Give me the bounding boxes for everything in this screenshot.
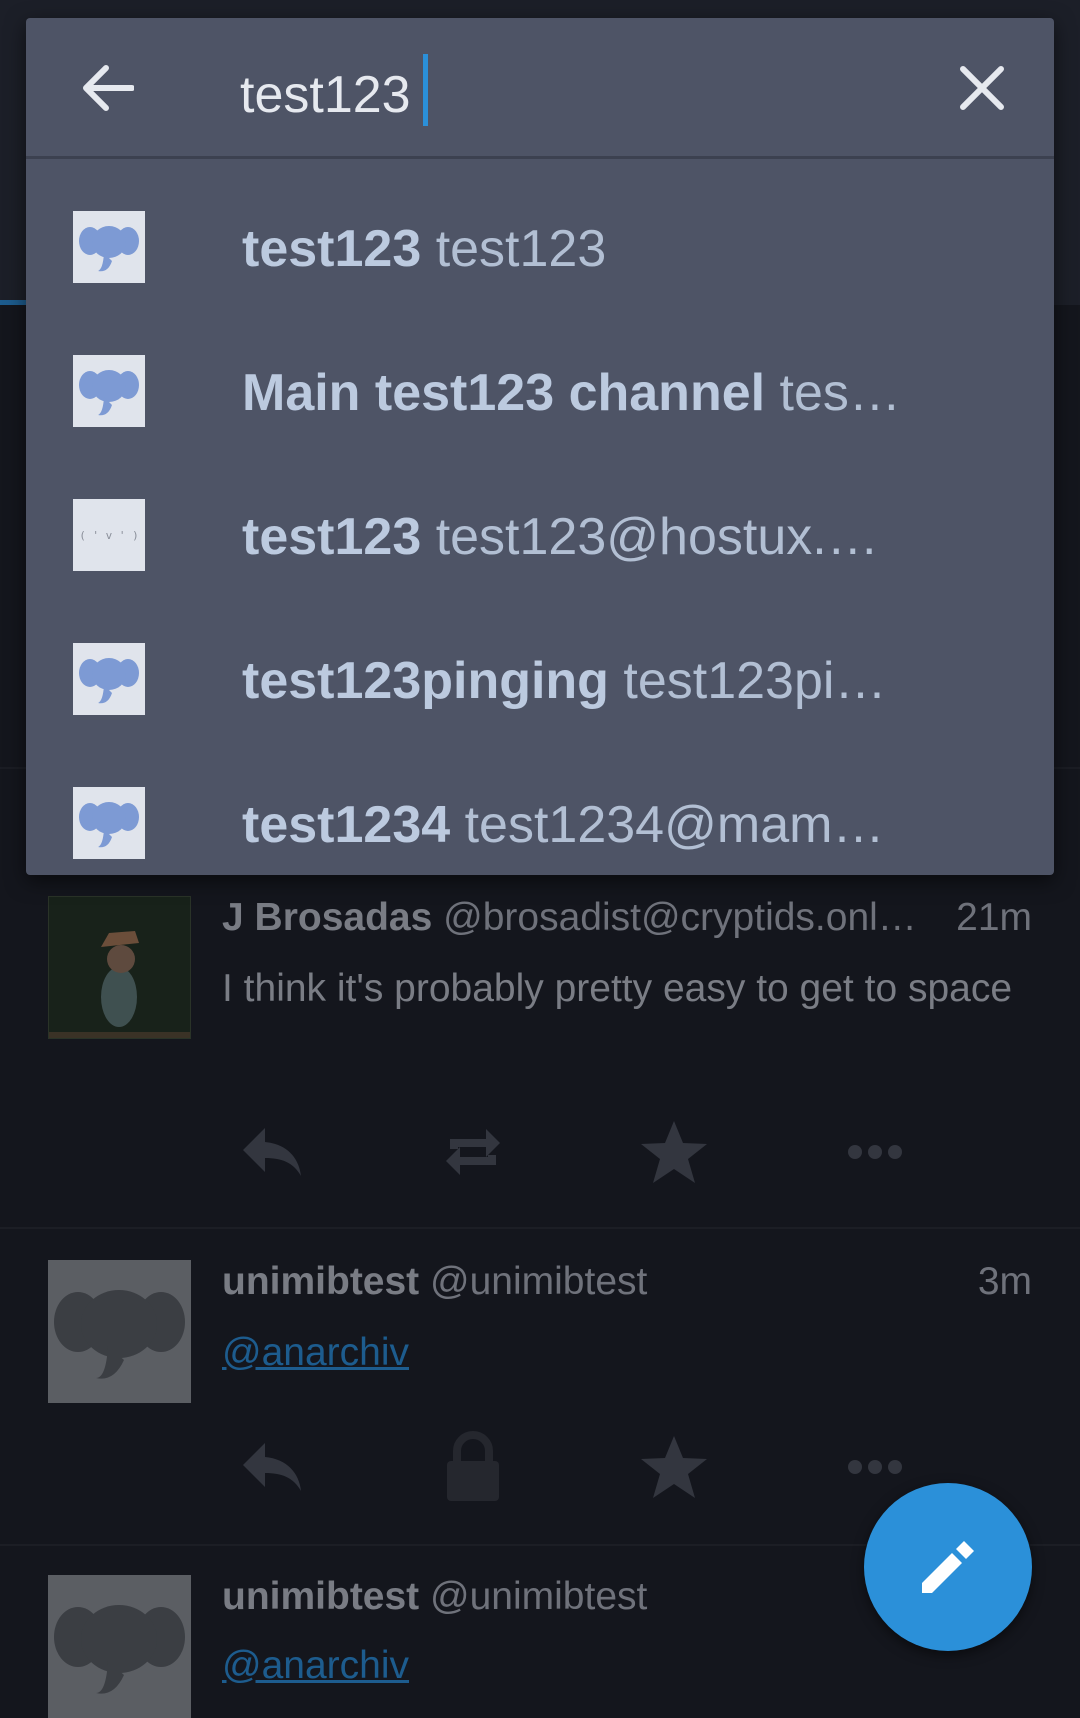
reply-button[interactable] (237, 1117, 307, 1187)
close-icon (960, 66, 1004, 110)
more-button[interactable] (840, 1117, 910, 1187)
pencil-icon (922, 1541, 974, 1593)
elephant-icon (79, 658, 139, 704)
status-content: I think it's probably pretty easy to get… (222, 967, 1013, 1010)
search-result[interactable]: test123pinging test123pi… (26, 607, 1054, 751)
result-handle: test123pi… (623, 652, 887, 710)
result-handle: tes… (779, 364, 901, 422)
boost-button[interactable] (438, 1117, 508, 1187)
result-handle: test1234@mam… (464, 796, 885, 854)
result-handle: test123 (435, 220, 607, 278)
more-button[interactable] (840, 1432, 910, 1502)
search-result[interactable]: Main test123 channel tes… (26, 319, 1054, 463)
search-input[interactable] (240, 60, 880, 130)
reply-icon (243, 1128, 301, 1176)
lock-icon (447, 1431, 499, 1501)
reply-button[interactable] (237, 1432, 307, 1502)
avatar[interactable] (48, 1575, 191, 1718)
result-avatar (73, 211, 145, 283)
boost-icon (446, 1129, 500, 1175)
timestamp: 21m (956, 896, 1032, 939)
status-actions (222, 1431, 942, 1502)
search-bar (26, 18, 1054, 159)
more-icon (848, 1145, 902, 1159)
more-icon (848, 1460, 902, 1474)
status-actions (222, 1117, 942, 1187)
ascii-face-avatar: ( ' v ' ) (79, 528, 139, 542)
result-avatar (73, 355, 145, 427)
search-result[interactable]: ( ' v ' ) test123 test123@hostux.… (26, 463, 1054, 607)
display-name[interactable]: unimibtest (222, 1575, 419, 1618)
display-name[interactable]: J Brosadas (222, 896, 432, 939)
search-result[interactable]: test1234 test1234@mam… (26, 751, 1054, 895)
reply-icon (243, 1443, 301, 1491)
result-handle: test123@hostux.… (435, 508, 879, 566)
result-display-name: test123 (242, 508, 422, 566)
clear-button[interactable] (952, 58, 1012, 118)
account-handle[interactable]: @unimibtest (430, 1575, 647, 1618)
result-display-name: test1234 (242, 796, 451, 854)
display-name[interactable]: unimibtest (222, 1260, 419, 1303)
search-result[interactable]: test123 test123 (26, 175, 1054, 319)
result-display-name: test123pinging (242, 652, 609, 710)
avatar[interactable] (48, 1260, 191, 1403)
account-handle[interactable]: @brosadist@cryptids.onl… (443, 896, 917, 939)
elephant-icon (79, 370, 139, 416)
elephant-icon (79, 226, 139, 272)
search-overlay: test123 test123 Main test123 channel tes… (26, 18, 1054, 875)
result-display-name: test123 (242, 220, 422, 278)
elephant-icon (79, 802, 139, 848)
compose-button[interactable] (864, 1483, 1032, 1651)
star-icon (641, 1121, 707, 1183)
result-avatar (73, 787, 145, 859)
timestamp: 3m (977, 1260, 1032, 1303)
back-button[interactable] (78, 58, 138, 118)
result-avatar: ( ' v ' ) (73, 499, 145, 571)
boost-button (438, 1431, 508, 1502)
text-cursor (423, 54, 428, 126)
account-handle[interactable]: @unimibtest (430, 1260, 647, 1303)
favourite-button[interactable] (639, 1117, 709, 1187)
elephant-icon (54, 1290, 185, 1379)
elephant-icon (54, 1605, 185, 1694)
photo-avatar[interactable] (48, 896, 191, 1039)
star-icon (641, 1436, 707, 1498)
mention-link[interactable]: @anarchiv (222, 1331, 409, 1374)
mention-link[interactable]: @anarchiv (222, 1644, 409, 1687)
result-display-name: Main test123 channel (242, 364, 766, 422)
result-avatar (73, 643, 145, 715)
favourite-button[interactable] (639, 1432, 709, 1502)
arrow-left-icon (83, 65, 134, 111)
